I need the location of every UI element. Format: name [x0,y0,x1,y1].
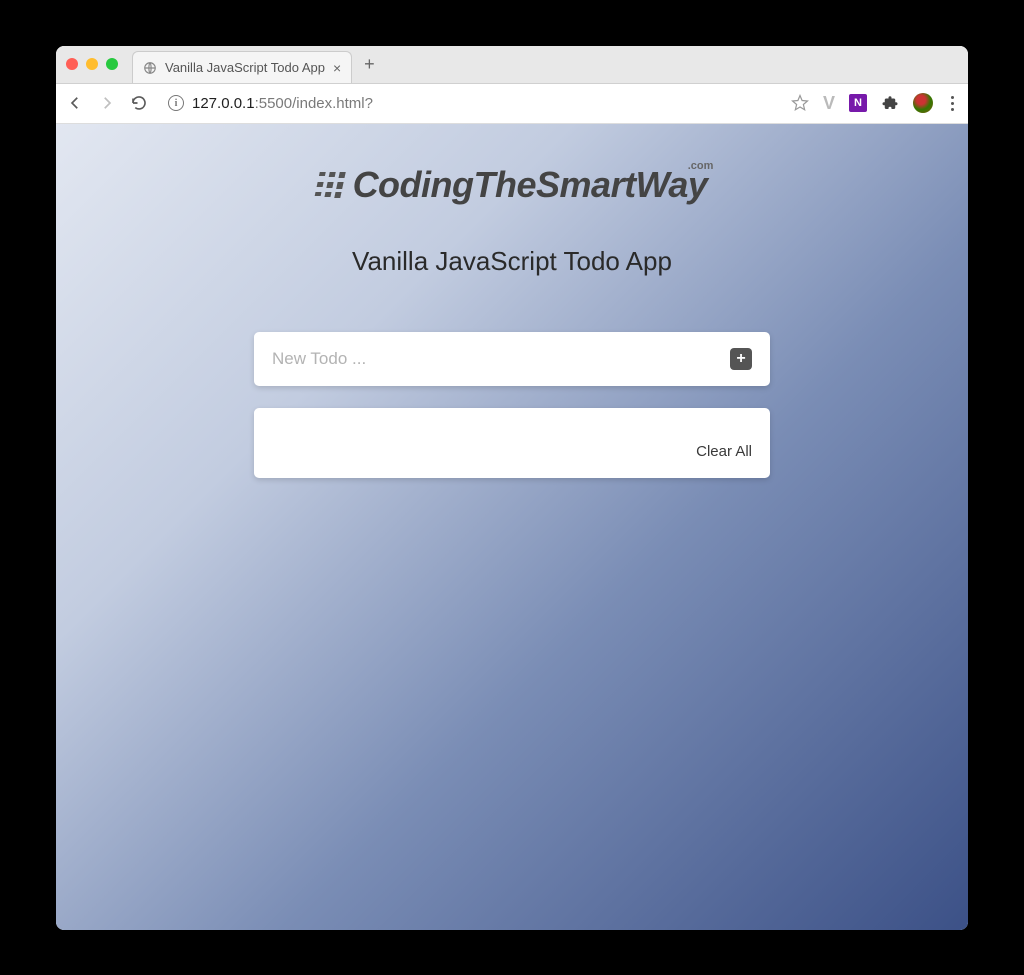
logo-text: CodingTheSmartWay [353,164,708,206]
browser-menu-icon[interactable] [947,96,958,111]
plus-icon: + [736,350,745,368]
page-title: Vanilla JavaScript Todo App [352,246,672,277]
back-button[interactable] [66,94,84,112]
onenote-extension-icon[interactable]: N [849,94,867,112]
maximize-window-button[interactable] [106,58,118,70]
site-logo: CodingTheSmartWay .com [317,164,708,206]
reload-button[interactable] [130,94,148,112]
logo-suffix: .com [688,160,714,172]
logo-mark-icon [314,172,346,198]
add-todo-button[interactable]: + [730,348,752,370]
url-host: 127.0.0.1 [192,95,255,112]
close-window-button[interactable] [66,58,78,70]
globe-icon [143,61,157,75]
traffic-lights [66,58,118,70]
new-todo-input[interactable] [272,349,720,369]
extensions-icon[interactable] [881,94,899,112]
vue-devtools-icon[interactable]: V [823,93,835,114]
forward-button[interactable] [98,94,116,112]
browser-window: Vanilla JavaScript Todo App × + i 127.0.… [56,46,968,930]
profile-avatar-icon[interactable] [913,93,933,113]
browser-tab[interactable]: Vanilla JavaScript Todo App × [132,51,352,83]
new-todo-card: + [254,332,770,386]
tab-title: Vanilla JavaScript Todo App [165,60,325,75]
todo-list-card: Clear All [254,408,770,478]
titlebar: Vanilla JavaScript Todo App × + [56,46,968,84]
page-viewport: CodingTheSmartWay .com Vanilla JavaScrip… [56,124,968,930]
new-tab-button[interactable]: + [364,55,375,73]
bookmark-star-icon[interactable] [791,94,809,112]
toolbar: i 127.0.0.1:5500/index.html? V N [56,84,968,124]
toolbar-extensions: V N [791,93,958,114]
url-path: :5500/index.html? [255,95,373,112]
url-text: 127.0.0.1:5500/index.html? [192,95,373,112]
minimize-window-button[interactable] [86,58,98,70]
close-tab-icon[interactable]: × [333,60,341,76]
address-bar[interactable]: i 127.0.0.1:5500/index.html? [162,95,777,112]
site-info-icon[interactable]: i [168,95,184,111]
clear-all-button[interactable]: Clear All [696,443,752,460]
